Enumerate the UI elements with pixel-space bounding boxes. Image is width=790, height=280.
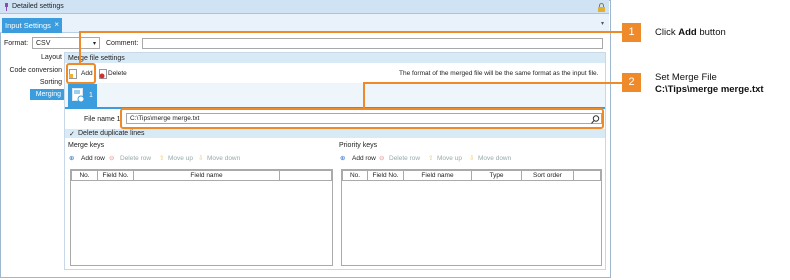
add-row-icon: ⊕ (340, 155, 346, 162)
column-header[interactable]: Type (471, 170, 522, 181)
merge-file-list (65, 83, 605, 107)
add-row-button[interactable]: Add row (352, 155, 376, 162)
delete-file-icon (99, 69, 107, 79)
dedupe-row[interactable]: ✓ Delete duplicate lines (65, 129, 605, 138)
callout-1-badge: 1 (622, 23, 641, 42)
arrow-up-icon: ⇧ (428, 155, 434, 162)
move-up-button[interactable]: Move up (168, 155, 193, 162)
file-name-highlight (120, 108, 604, 129)
merge-info-text: The format of the merged file will be th… (399, 70, 599, 77)
add-button-highlight (66, 63, 96, 84)
delete-button[interactable]: Delete (98, 67, 130, 81)
callout-1-prefix: Click (655, 27, 679, 38)
format-value: CSV (36, 40, 51, 47)
callout-2-connector (363, 82, 622, 84)
callout-1-suffix: button (696, 27, 726, 38)
tab-input-settings[interactable]: Input Settings × (2, 18, 62, 33)
dedupe-label: Delete duplicate lines (78, 130, 145, 137)
merge-keys-title: Merge keys (68, 142, 105, 149)
file-index: 1 (89, 92, 93, 99)
merge-keys-table[interactable]: No. Field No. Field name (70, 169, 333, 266)
tab-label: Input Settings (5, 21, 51, 30)
callout-2-connector (363, 82, 365, 109)
column-header[interactable]: No. (71, 170, 98, 181)
callout-1-connector (79, 31, 622, 33)
add-row-button[interactable]: Add row (81, 155, 105, 162)
nav-item-sorting[interactable]: Sorting (40, 79, 62, 86)
comment-label: Comment: (106, 40, 139, 47)
delete-row-icon: ⊖ (109, 155, 115, 162)
column-header[interactable] (279, 170, 332, 181)
callout-2-badge: 2 (622, 73, 641, 92)
nav-item-merging-label: Merging (35, 91, 61, 98)
delete-label: Delete (108, 70, 127, 77)
section-title: Merge file settings (68, 55, 125, 62)
arrow-down-icon: ⇩ (469, 155, 475, 162)
merge-file-item[interactable]: 1 (68, 84, 97, 107)
nav-item-merging[interactable]: Merging (30, 89, 64, 100)
priority-keys-toolbar: ⊕ Add row ⊖ Delete row ⇧ Move up ⇩ Move … (339, 152, 601, 165)
column-header[interactable]: Sort order (521, 170, 574, 181)
add-row-icon: ⊕ (69, 155, 75, 162)
window-title: Detailed settings (12, 3, 64, 10)
delete-row-button[interactable]: Delete row (389, 155, 420, 162)
merge-file-section: Merge file settings (65, 53, 605, 63)
file-gear-icon (72, 88, 85, 103)
nav-item-layout[interactable]: Layout (41, 54, 62, 61)
column-header[interactable]: No. (342, 170, 368, 181)
priority-keys-title: Priority keys (339, 142, 378, 149)
callout-1-bold: Add (678, 27, 697, 38)
merge-keys-toolbar: ⊕ Add row ⊖ Delete row ⇧ Move up ⇩ Move … (68, 152, 338, 165)
delete-row-button[interactable]: Delete row (120, 155, 151, 162)
title-bar: Detailed settings (0, 0, 609, 14)
arrow-up-icon: ⇧ (159, 155, 165, 162)
chevron-down-icon: ▾ (93, 41, 97, 47)
column-header[interactable]: Field name (133, 170, 280, 181)
arrow-down-icon: ⇩ (198, 155, 204, 162)
callout-2-line2: C:\Tips\merge merge.txt (655, 84, 764, 95)
format-select[interactable]: CSV ▾ (32, 37, 100, 49)
close-icon[interactable]: × (54, 20, 59, 29)
format-label: Format: (4, 40, 29, 47)
priority-keys-table[interactable]: No. Field No. Field name Type Sort order (341, 169, 602, 266)
pin-icon (5, 3, 8, 11)
nav-item-code-conversion[interactable]: Code conversion (9, 67, 62, 74)
move-down-button[interactable]: Move down (207, 155, 240, 162)
column-header[interactable] (573, 170, 601, 181)
move-up-button[interactable]: Move up (437, 155, 462, 162)
callout-2-line1: Set Merge File (655, 72, 717, 83)
callout-1-connector (79, 31, 81, 64)
comment-input[interactable] (142, 38, 603, 49)
callout-1-text: Click Add button (655, 27, 726, 38)
tab-overflow-icon[interactable]: ▾ (601, 20, 604, 27)
column-header[interactable]: Field No. (367, 170, 404, 181)
move-down-button[interactable]: Move down (478, 155, 511, 162)
checkbox-checked-icon[interactable]: ✓ (69, 130, 75, 138)
file-name-label: File name 1: (84, 116, 123, 123)
delete-row-icon: ⊖ (379, 155, 385, 162)
column-header[interactable]: Field name (403, 170, 472, 181)
lock-icon[interactable] (597, 3, 606, 12)
column-header[interactable]: Field No. (97, 170, 134, 181)
